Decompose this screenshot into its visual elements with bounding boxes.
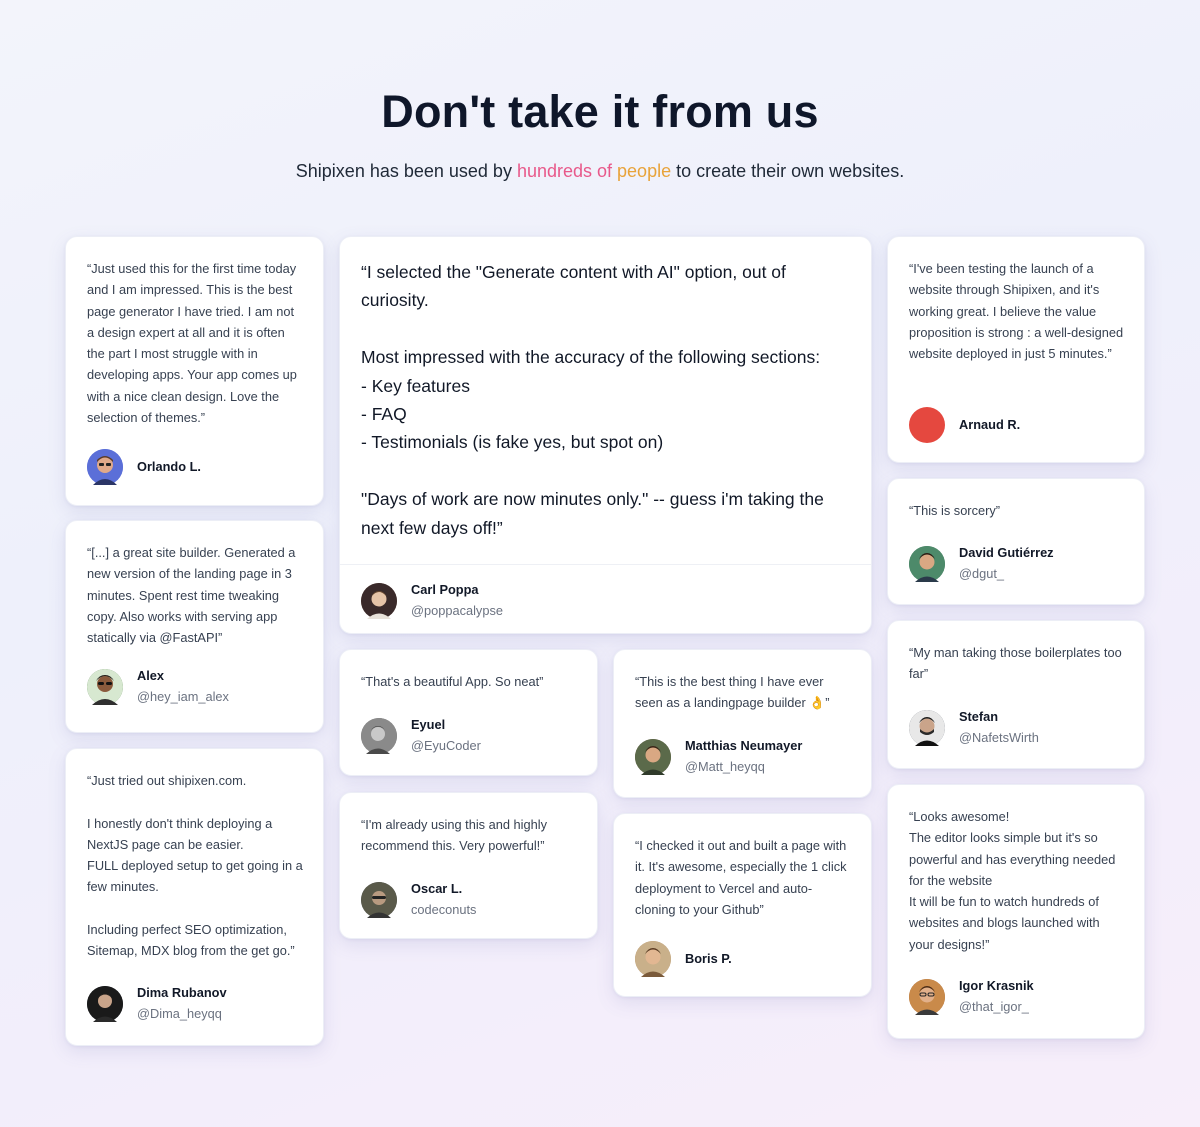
author-handle: @poppacalypse (411, 603, 503, 618)
author-name: Alex (137, 668, 165, 683)
testimonial-author: Arnaud R. (909, 407, 1020, 443)
avatar (909, 546, 945, 582)
author-meta: Matthias Neumayer @Matt_heyqq (685, 736, 802, 778)
author-meta: Arnaud R. (959, 415, 1020, 435)
subtitle-text: Shipixen has been used by (295, 161, 517, 181)
author-name: Dima Rubanov (137, 985, 227, 1000)
author-meta: Orlando L. (137, 457, 201, 477)
person-avatar-icon (909, 546, 945, 582)
section-title: Don't take it from us (381, 86, 819, 137)
person-avatar-icon (909, 979, 945, 1015)
author-name: Carl Poppa (411, 582, 479, 597)
testimonial-quote: “Just tried out shipixen.com. I honestly… (87, 773, 303, 959)
avatar (909, 407, 945, 443)
testimonial-quote: “I'm already using this and highly recom… (361, 817, 547, 854)
author-handle: codeconuts (411, 902, 477, 917)
testimonial-quote: “[...] a great site builder. Generated a… (87, 545, 296, 646)
testimonial-author: Orlando L. (87, 449, 201, 485)
author-name: Oscar L. (411, 881, 463, 896)
avatar (909, 979, 945, 1015)
testimonial-card: “This is sorcery” David Gutiérrez @dgut_ (887, 478, 1145, 605)
avatar (87, 449, 123, 485)
author-name: David Gutiérrez (959, 545, 1054, 560)
testimonial-author: Boris P. (635, 941, 732, 977)
avatar (361, 718, 397, 754)
testimonial-card-featured: “I selected the "Generate content with A… (339, 236, 872, 634)
testimonial-card: “Just used this for the first time today… (65, 236, 324, 506)
author-name: Igor Krasnik (959, 978, 1034, 993)
testimonial-author: Carl Poppa @poppacalypse (361, 580, 503, 622)
testimonial-card: “This is the best thing I have ever seen… (613, 649, 872, 798)
person-avatar-icon (909, 710, 945, 746)
testimonial-author: David Gutiérrez @dgut_ (909, 543, 1054, 585)
testimonial-author: Matthias Neumayer @Matt_heyqq (635, 736, 802, 778)
section-subtitle: Shipixen has been used by hundreds of pe… (0, 161, 1200, 182)
testimonial-author: Stefan @NafetsWirth (909, 707, 1039, 749)
testimonial-quote: “This is the best thing I have ever seen… (635, 674, 830, 711)
divider (340, 564, 871, 565)
author-meta: David Gutiérrez @dgut_ (959, 543, 1054, 585)
testimonial-card: “That's a beautiful App. So neat” Eyuel … (339, 649, 598, 776)
author-name: Matthias Neumayer (685, 738, 803, 753)
avatar (361, 882, 397, 918)
testimonial-author: Dima Rubanov @Dima_heyqq (87, 983, 227, 1025)
testimonial-quote: “Just used this for the first time today… (87, 261, 297, 426)
testimonial-author: Oscar L. codeconuts (361, 879, 476, 921)
testimonial-author: Eyuel @EyuCoder (361, 715, 481, 757)
person-avatar-icon (635, 941, 671, 977)
person-avatar-icon (87, 669, 123, 705)
testimonial-quote: “This is sorcery” (909, 503, 1001, 518)
memoji-icon (87, 449, 123, 485)
author-name: Eyuel (411, 717, 446, 732)
author-name: Boris P. (685, 951, 732, 966)
testimonial-card: “Looks awesome! The editor looks simple … (887, 784, 1145, 1039)
person-avatar-icon (87, 986, 123, 1022)
author-handle: @NafetsWirth (959, 730, 1039, 745)
person-avatar-icon (361, 882, 397, 918)
avatar (635, 941, 671, 977)
avatar (87, 669, 123, 705)
author-handle: @EyuCoder (411, 738, 481, 753)
testimonial-quote: “Looks awesome! The editor looks simple … (909, 809, 1116, 952)
testimonial-card: “I've been testing the launch of a websi… (887, 236, 1145, 463)
author-name: Arnaud R. (959, 417, 1021, 432)
author-meta: Stefan @NafetsWirth (959, 707, 1039, 749)
author-name: Stefan (959, 709, 999, 724)
person-avatar-icon (635, 739, 671, 775)
author-name: Orlando L. (137, 459, 201, 474)
person-avatar-icon (361, 718, 397, 754)
testimonial-author: Igor Krasnik @that_igor_ (909, 976, 1034, 1018)
testimonial-quote: “I checked it out and built a page with … (635, 838, 847, 917)
author-meta: Alex @hey_iam_alex (137, 666, 229, 708)
author-meta: Dima Rubanov @Dima_heyqq (137, 983, 227, 1025)
avatar (909, 710, 945, 746)
avatar (87, 986, 123, 1022)
subtitle-highlight: people (612, 161, 672, 181)
author-handle: @that_igor_ (959, 999, 1029, 1014)
author-handle: @hey_iam_alex (137, 689, 229, 704)
testimonial-card: “Just tried out shipixen.com. I honestly… (65, 748, 324, 1046)
avatar (361, 583, 397, 619)
testimonial-card: “I'm already using this and highly recom… (339, 792, 598, 939)
testimonial-card: “My man taking those boilerplates too fa… (887, 620, 1145, 769)
author-meta: Boris P. (685, 949, 732, 969)
testimonial-quote: “I've been testing the launch of a websi… (909, 261, 1124, 362)
testimonial-quote: “I selected the "Generate content with A… (361, 262, 824, 538)
author-meta: Oscar L. codeconuts (411, 879, 476, 921)
testimonial-quote: “That's a beautiful App. So neat” (361, 674, 544, 689)
author-meta: Eyuel @EyuCoder (411, 715, 481, 757)
author-handle: @Dima_heyqq (137, 1006, 222, 1021)
subtitle-text: to create their own websites. (671, 161, 905, 181)
author-handle: @dgut_ (959, 566, 1005, 581)
testimonial-author: Alex @hey_iam_alex (87, 666, 229, 708)
testimonial-card: “I checked it out and built a page with … (613, 813, 872, 997)
author-meta: Carl Poppa @poppacalypse (411, 580, 503, 622)
author-meta: Igor Krasnik @that_igor_ (959, 976, 1034, 1018)
testimonial-quote: “My man taking those boilerplates too fa… (909, 645, 1122, 682)
subtitle-highlight: hundreds of (516, 161, 613, 181)
person-avatar-icon (361, 583, 397, 619)
avatar (635, 739, 671, 775)
testimonial-card: “[...] a great site builder. Generated a… (65, 520, 324, 733)
author-handle: @Matt_heyqq (685, 759, 765, 774)
